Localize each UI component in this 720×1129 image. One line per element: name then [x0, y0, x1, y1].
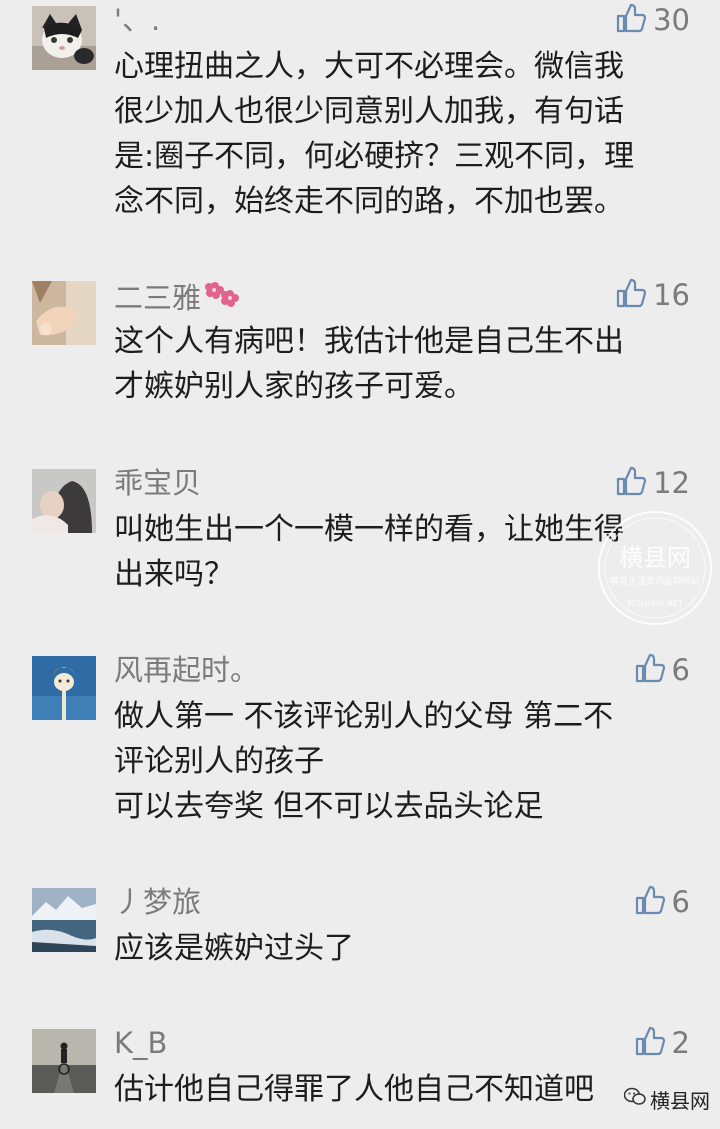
like-button[interactable]: 6	[634, 884, 690, 920]
girl-avatar-image	[32, 469, 96, 533]
footer-brand-text: 横县网	[650, 1089, 710, 1113]
comment-text: 做人第一 不该评论别人的父母 第二不 评论别人的孩子 可以去夸奖 但不可以去品头…	[114, 699, 614, 824]
cyclist-avatar-image	[32, 1029, 96, 1093]
like-button[interactable]: 12	[615, 465, 690, 501]
like-button[interactable]: 16	[615, 277, 690, 313]
comment-nickname[interactable]: 二三雅	[114, 277, 241, 319]
like-count: 6	[671, 885, 690, 919]
comment-text: 这个人有病吧！我估计他是自己生不出 才嫉妒别人家的孩子可爱。	[114, 324, 624, 404]
wechat-icon	[623, 1087, 646, 1112]
comment-nickname[interactable]: 丿梦旅	[114, 884, 201, 920]
comment-nickname[interactable]: K_B	[114, 1025, 167, 1061]
hand-avatar-image	[32, 281, 96, 345]
avatar[interactable]	[32, 281, 96, 345]
like-count: 2	[671, 1026, 690, 1060]
svg-text:横县网: 横县网	[619, 544, 691, 572]
thumbs-up-icon	[615, 277, 647, 313]
comment-nickname[interactable]: '、.	[114, 2, 160, 38]
comment-nickname[interactable]: 风再起时。	[114, 652, 259, 688]
thumbs-up-icon	[615, 465, 647, 501]
avatar[interactable]	[32, 656, 96, 720]
footer-brand: 横县网	[618, 1083, 716, 1116]
like-count: 6	[671, 653, 690, 687]
landscape-avatar-image	[32, 888, 96, 952]
like-button[interactable]: 6	[634, 652, 690, 688]
figure-avatar-image	[32, 656, 96, 720]
thumbs-up-icon	[634, 652, 666, 688]
thumbs-up-icon	[634, 884, 666, 920]
comment-text: 心理扭曲之人，大可不必理会。微信我 很少加人也很少同意别人加我，有句话 是:圈子…	[114, 49, 635, 219]
like-count: 16	[653, 278, 690, 312]
comment-text: 应该是嫉妒过头了	[114, 931, 354, 966]
cat-avatar-image	[32, 6, 96, 70]
like-count: 30	[653, 3, 690, 37]
like-button[interactable]: 2	[634, 1025, 690, 1061]
flowers-emoji-icon	[203, 277, 241, 319]
like-button[interactable]: 30	[615, 2, 690, 38]
svg-text:MOLIHUA.NET: MOLIHUA.NET	[627, 599, 683, 608]
svg-text:横县生活资讯品牌网站: 横县生活资讯品牌网站	[610, 575, 700, 587]
like-count: 12	[653, 466, 690, 500]
thumbs-up-icon	[615, 2, 647, 38]
avatar[interactable]	[32, 888, 96, 952]
avatar[interactable]	[32, 1029, 96, 1093]
watermark-seal: 横县网 横县生活资讯品牌网站 MOLIHUA.NET	[595, 508, 715, 628]
avatar[interactable]	[32, 6, 96, 70]
comment-nickname[interactable]: 乖宝贝	[114, 465, 201, 501]
thumbs-up-icon	[634, 1025, 666, 1061]
avatar[interactable]	[32, 469, 96, 533]
comment-text: 估计他自己得罪了人他自己不知道吧	[114, 1072, 594, 1107]
